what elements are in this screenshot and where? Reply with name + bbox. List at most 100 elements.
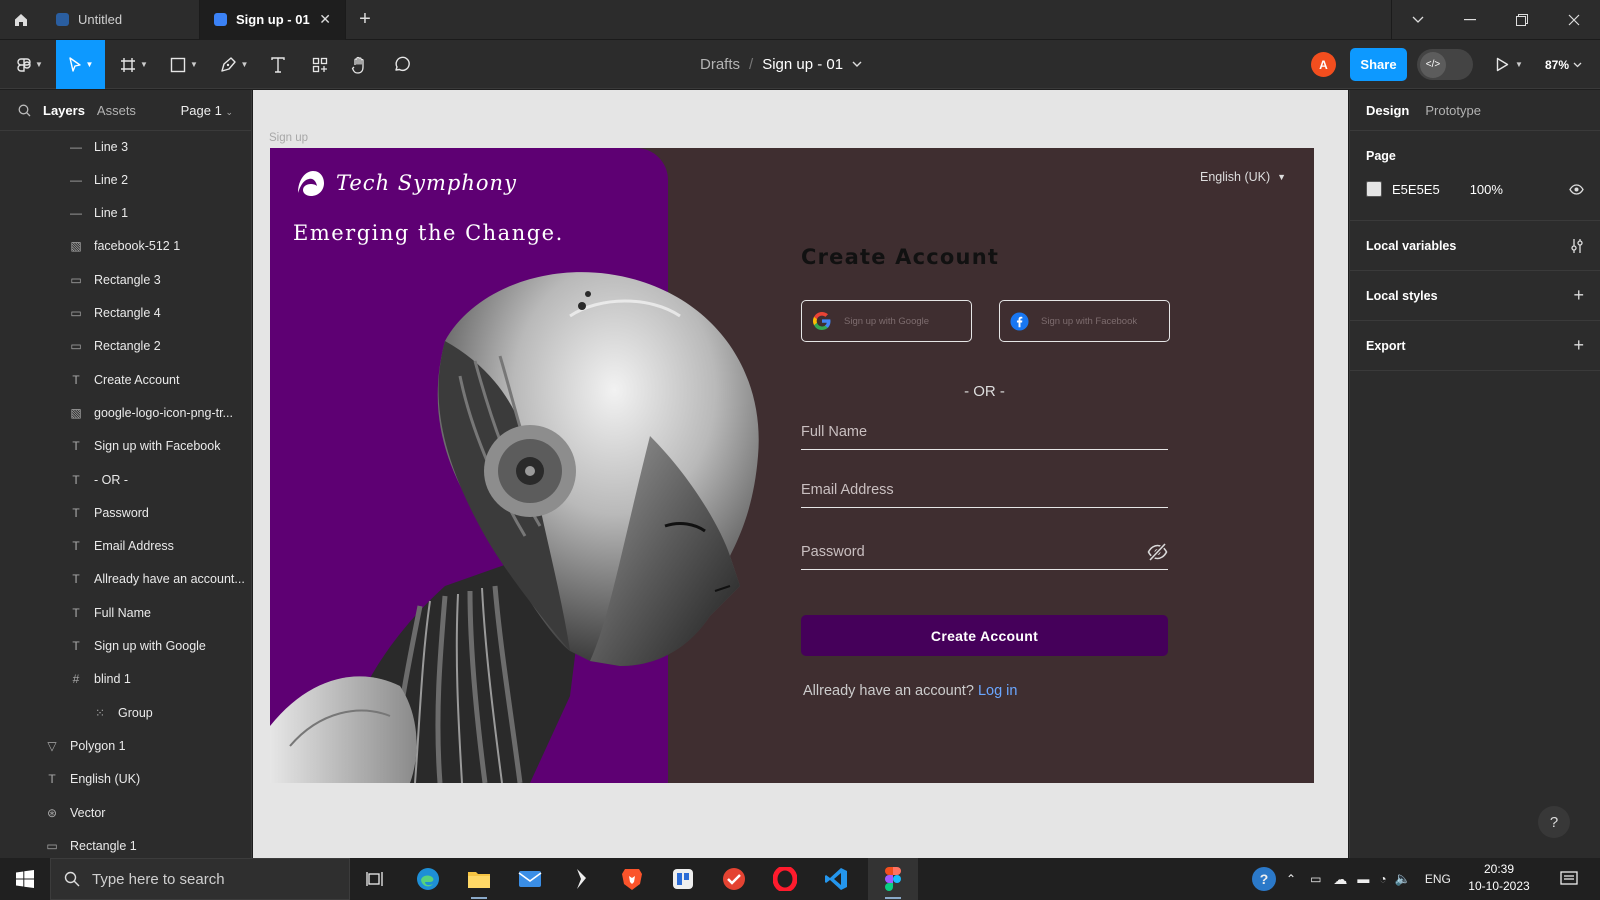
notifications-icon[interactable]	[1544, 858, 1594, 900]
layer-row[interactable]: ▧ facebook-512 1	[68, 230, 180, 263]
present-button[interactable]: ▼	[1496, 40, 1523, 89]
dev-mode-toggle[interactable]: </>	[1417, 49, 1473, 80]
layer-row[interactable]: # blind 1	[68, 663, 131, 696]
store-app-icon[interactable]	[658, 858, 708, 900]
taskbar-search[interactable]: Type here to search	[50, 858, 350, 900]
brave-browser-icon[interactable]	[607, 858, 657, 900]
layer-row[interactable]: — Line 1	[68, 197, 128, 230]
hand-tool[interactable]	[345, 40, 373, 89]
layer-row[interactable]: T Email Address	[68, 530, 174, 563]
breadcrumb-drafts[interactable]: Drafts	[700, 56, 740, 73]
wifi-icon[interactable]: ◔	[1379, 872, 1386, 886]
comment-tool[interactable]	[387, 40, 415, 89]
sign-up-google-button[interactable]: Sign up with Google	[801, 300, 972, 342]
layer-row[interactable]: ▽ Polygon 1	[44, 729, 125, 762]
layer-row[interactable]: T Sign up with Google	[68, 630, 206, 663]
sign-up-frame[interactable]: Tech Symphony Emerging the Change. Engli…	[270, 148, 1314, 783]
pen-tool[interactable]: ▼	[214, 40, 254, 89]
terminal-app-icon[interactable]	[556, 858, 606, 900]
frame-tool[interactable]: ▼	[114, 40, 154, 89]
tab-assets[interactable]: Assets	[97, 103, 136, 118]
log-in-link[interactable]: Log in	[978, 683, 1018, 699]
clock[interactable]: 20:39 10-10-2023	[1464, 861, 1534, 895]
layer-row[interactable]: T Full Name	[68, 596, 151, 629]
new-tab-button[interactable]: +	[346, 8, 384, 31]
help-tray-icon[interactable]: ?	[1252, 867, 1276, 891]
page-color-hex[interactable]: E5E5E5	[1392, 182, 1440, 197]
shape-tool[interactable]: ▼	[164, 40, 204, 89]
language-selector[interactable]: English (UK) ▼	[1200, 170, 1286, 184]
chevron-up-icon[interactable]: ⌃	[1286, 872, 1296, 886]
design-canvas[interactable]: Sign up Tech Symphony Emerging the Chang…	[253, 90, 1348, 858]
page-selector[interactable]: Page 1 ⌄	[181, 103, 233, 118]
password-field[interactable]: Password	[801, 543, 1168, 570]
chevron-down-icon[interactable]	[1392, 0, 1444, 40]
layer-row[interactable]: ▭ Rectangle 4	[68, 297, 160, 330]
input-language[interactable]: ENG	[1425, 872, 1451, 886]
close-tab-icon[interactable]: ✕	[319, 11, 331, 28]
layer-row[interactable]: ▧ google-logo-icon-png-tr...	[68, 396, 233, 429]
layer-row[interactable]: T Password	[68, 496, 149, 529]
sliders-icon[interactable]	[1570, 238, 1584, 254]
layer-row[interactable]: T Create Account	[68, 363, 179, 396]
eye-slash-icon[interactable]	[1147, 543, 1168, 561]
help-button[interactable]: ?	[1538, 806, 1570, 838]
display-icon[interactable]: ▭	[1310, 872, 1321, 886]
zoom-menu[interactable]: 87%	[1545, 40, 1582, 89]
task-view-icon[interactable]	[350, 858, 400, 900]
tab-design[interactable]: Design	[1366, 103, 1409, 118]
export-row[interactable]: Export +	[1350, 321, 1600, 371]
plus-icon[interactable]: +	[1573, 335, 1584, 356]
layer-row[interactable]: ⁙ Group	[92, 696, 153, 729]
cloud-icon[interactable]: ☁	[1333, 871, 1347, 888]
layer-row[interactable]: T - OR -	[68, 463, 128, 496]
layer-row[interactable]: — Line 3	[68, 130, 128, 163]
share-button[interactable]: Share	[1350, 48, 1407, 81]
edge-browser-icon[interactable]	[403, 858, 453, 900]
battery-icon[interactable]: ▬	[1357, 872, 1369, 886]
layer-row[interactable]: T Sign up with Facebook	[68, 430, 220, 463]
page-color-swatch[interactable]	[1366, 181, 1382, 197]
layer-row[interactable]: ⊛ Vector	[44, 796, 105, 829]
resources-tool[interactable]	[306, 40, 334, 89]
sign-up-facebook-button[interactable]: Sign up with Facebook	[999, 300, 1170, 342]
file-explorer-icon[interactable]	[454, 858, 504, 900]
create-account-button[interactable]: Create Account	[801, 615, 1168, 656]
close-window-icon[interactable]	[1548, 0, 1600, 40]
local-variables-row[interactable]: Local variables	[1350, 221, 1600, 271]
tab-prototype[interactable]: Prototype	[1425, 103, 1481, 118]
todo-app-icon[interactable]	[709, 858, 759, 900]
volume-icon[interactable]: 🔈	[1395, 871, 1411, 887]
full-name-field[interactable]: Full Name	[801, 424, 1168, 450]
vscode-icon[interactable]	[811, 858, 861, 900]
file-name[interactable]: Sign up - 01	[762, 56, 843, 73]
layer-row[interactable]: ▭ Rectangle 1	[44, 829, 136, 858]
search-icon[interactable]	[18, 104, 31, 117]
opera-browser-icon[interactable]	[760, 858, 810, 900]
plus-icon[interactable]: +	[1573, 285, 1584, 306]
layer-row[interactable]: T English (UK)	[44, 763, 140, 796]
main-menu-button[interactable]: ▼	[10, 40, 50, 89]
layer-row[interactable]: — Line 2	[68, 163, 128, 196]
mail-icon[interactable]	[505, 858, 555, 900]
page-fill-row[interactable]: E5E5E5 100%	[1366, 181, 1584, 197]
eye-icon[interactable]	[1569, 183, 1584, 195]
frame-label[interactable]: Sign up	[269, 132, 308, 144]
avatar[interactable]: A	[1311, 52, 1336, 77]
restore-icon[interactable]	[1496, 0, 1548, 40]
tab-layers[interactable]: Layers	[43, 103, 85, 118]
tab-sign-up-01[interactable]: Sign up - 01 ✕	[200, 0, 346, 40]
text-tool[interactable]	[264, 40, 292, 89]
figma-app-icon[interactable]	[868, 858, 918, 900]
layer-row[interactable]: T Allready have an account...	[68, 563, 244, 596]
email-field[interactable]: Email Address	[801, 482, 1168, 508]
move-tool[interactable]: ▼	[56, 40, 105, 89]
layer-row[interactable]: ▭ Rectangle 2	[68, 330, 160, 363]
chevron-down-icon[interactable]	[852, 61, 862, 68]
minimize-icon[interactable]	[1444, 0, 1496, 40]
page-opacity[interactable]: 100%	[1470, 182, 1503, 197]
local-styles-row[interactable]: Local styles +	[1350, 271, 1600, 321]
tab-untitled[interactable]: Untitled	[42, 0, 200, 40]
home-icon[interactable]	[0, 0, 42, 40]
start-button[interactable]	[0, 858, 50, 900]
